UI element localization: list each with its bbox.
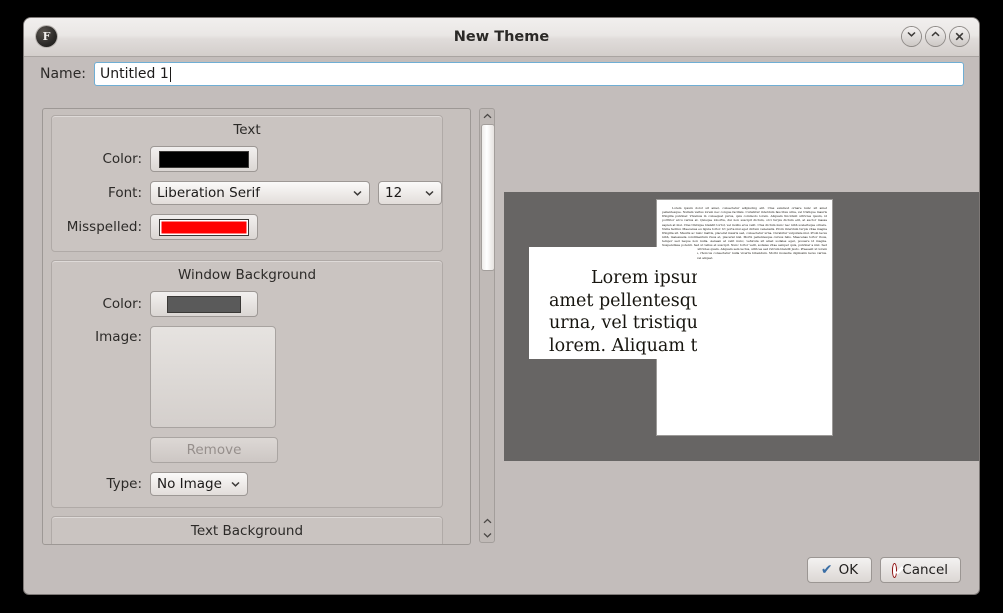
scroll-page-up-button[interactable] xyxy=(480,514,494,528)
text-font-row: Font: Liberation Serif 12 xyxy=(52,181,442,205)
window-controls xyxy=(902,27,969,46)
text-color-label: Color: xyxy=(102,151,142,167)
remove-image-button[interactable]: Remove xyxy=(150,437,278,463)
window-bg-image-label: Image: xyxy=(95,329,142,345)
preview-front-line: Lorem ipsum xyxy=(591,268,697,288)
font-family-value: Liberation Serif xyxy=(157,185,261,201)
group-text: Text Color: Font: Liberation Serif 12 Mi… xyxy=(51,115,443,252)
check-icon: ✔ xyxy=(820,562,833,578)
cancel-button-label: Cancel xyxy=(902,562,948,578)
group-window-background-title: Window Background xyxy=(177,267,317,283)
chevron-up-icon xyxy=(483,113,491,119)
scroll-up-button[interactable] xyxy=(480,109,494,123)
window-bg-color-row: Color: xyxy=(52,291,442,317)
chevron-down-icon xyxy=(231,481,240,487)
no-entry-icon xyxy=(893,563,897,577)
text-color-swatch xyxy=(159,150,249,168)
dialog-footer: ✔ OK Cancel xyxy=(24,548,979,594)
background-image-preview[interactable] xyxy=(150,326,276,428)
scrollbar-thumb[interactable] xyxy=(481,124,495,271)
text-color-row: Color: xyxy=(52,146,442,172)
name-input-value: Untitled 1 xyxy=(100,66,169,82)
window-bg-color-button[interactable] xyxy=(150,291,258,317)
chevron-down-icon xyxy=(425,190,434,196)
chevron-up-icon xyxy=(483,518,491,524)
misspelled-color-button[interactable] xyxy=(150,214,258,240)
text-caret xyxy=(169,66,171,82)
window-title: New Theme xyxy=(453,29,550,45)
preview-front-line: amet pellentesque. xyxy=(549,290,697,311)
misspelled-label: Misspelled: xyxy=(66,219,142,235)
window-bg-color-label: Color: xyxy=(102,296,142,312)
group-text-background: Text Background Color: xyxy=(51,516,443,544)
name-input[interactable]: Untitled 1 xyxy=(94,62,965,86)
close-button[interactable] xyxy=(950,27,969,46)
misspelled-color-swatch xyxy=(159,218,249,236)
image-type-value: No Image xyxy=(157,476,222,492)
theme-preview: Lorem ipsum dolor sit amet, consectetur … xyxy=(504,192,979,461)
maximize-button[interactable] xyxy=(926,27,945,46)
font-family-select[interactable]: Liberation Serif xyxy=(150,181,370,205)
remove-image-row: Remove xyxy=(52,437,442,463)
close-icon xyxy=(955,32,964,41)
settings-list: Text Color: Font: Liberation Serif 12 Mi… xyxy=(43,109,451,544)
group-text-title: Text xyxy=(233,122,261,138)
preview-page-front: Lorem ipsum amet pellentesque. urna, vel… xyxy=(545,262,697,359)
chevron-down-icon xyxy=(483,533,491,538)
window-bg-color-swatch xyxy=(167,295,241,313)
ok-button[interactable]: ✔ OK xyxy=(807,557,872,583)
group-window-background: Window Background Color: Image: Remove T… xyxy=(51,260,443,508)
preview-front-line: urna, vel tristique m xyxy=(549,313,697,334)
preview-front-text: Lorem ipsum amet pellentesque. urna, vel… xyxy=(545,262,697,357)
name-row: Name: Untitled 1 xyxy=(24,56,979,92)
image-type-label: Type: xyxy=(106,476,142,492)
font-size-select[interactable]: 12 xyxy=(378,181,442,205)
image-type-select[interactable]: No Image xyxy=(150,472,248,496)
scroll-down-button[interactable] xyxy=(480,528,494,542)
chevron-down-icon xyxy=(353,190,362,196)
text-font-label: Font: xyxy=(108,185,142,201)
settings-scroll-pane: Text Color: Font: Liberation Serif 12 Mi… xyxy=(42,108,471,545)
name-label: Name: xyxy=(40,66,87,82)
chevron-up-icon xyxy=(931,31,940,37)
new-theme-dialog: F New Theme Name: Untitled 1 Text Color:… xyxy=(24,18,979,594)
font-size-value: 12 xyxy=(385,185,403,201)
preview-front-line: lorem. Aliquam tin xyxy=(549,335,697,356)
text-color-button[interactable] xyxy=(150,146,258,172)
misspelled-color-row: Misspelled: xyxy=(52,214,442,240)
image-type-row: Type: No Image xyxy=(52,472,442,496)
settings-scrollbar[interactable] xyxy=(479,108,495,543)
ok-button-label: OK xyxy=(838,562,859,578)
window-bg-image-row: Image: xyxy=(52,326,442,428)
title-bar: F New Theme xyxy=(24,18,979,57)
minimize-button[interactable] xyxy=(902,27,921,46)
chevron-down-icon xyxy=(907,31,916,37)
group-text-background-title: Text Background xyxy=(190,523,304,539)
content-area: Text Color: Font: Liberation Serif 12 Mi… xyxy=(24,92,979,548)
cancel-button[interactable]: Cancel xyxy=(880,557,961,583)
